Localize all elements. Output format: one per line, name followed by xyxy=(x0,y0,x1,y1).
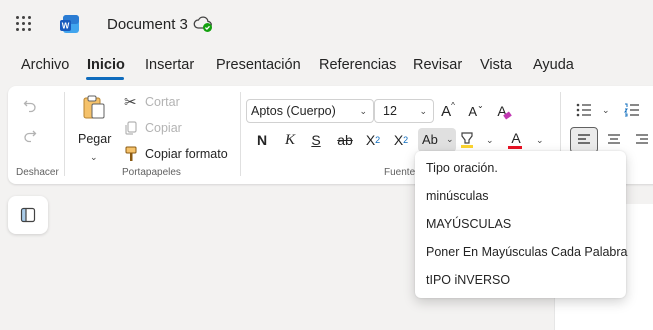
align-center-icon xyxy=(608,134,620,144)
numbering-button[interactable] xyxy=(622,100,642,120)
superscript-button[interactable]: X2 xyxy=(390,130,412,150)
numbered-list-icon xyxy=(624,103,639,117)
highlight-button[interactable] xyxy=(456,130,478,150)
shrink-font-button[interactable]: A ⌄ xyxy=(466,100,486,122)
navigation-pane-icon xyxy=(20,207,36,223)
menu-item-lowercase[interactable]: minúsculas xyxy=(415,185,626,213)
menu-item-capitalize-each-word[interactable]: Poner En Mayúsculas Cada Palabra xyxy=(415,241,628,269)
highlight-chevron-icon[interactable]: ⌄ xyxy=(486,135,494,146)
tab-presentacion[interactable]: Presentación xyxy=(216,57,301,73)
ribbon-divider xyxy=(240,92,241,176)
font-name-combo[interactable]: Aptos (Cuerpo) ⌄ xyxy=(246,99,374,123)
group-label-font: Fuente xyxy=(384,167,416,178)
format-painter-icon xyxy=(125,146,137,161)
paste-label: Pegar xyxy=(78,132,112,146)
align-right-icon xyxy=(636,134,648,144)
subscript-x: X xyxy=(365,132,376,148)
font-name-value: Aptos (Cuerpo) xyxy=(251,104,336,118)
undo-button[interactable] xyxy=(20,96,40,116)
scissors-icon: ✂ xyxy=(124,93,137,111)
chevron-down-icon: ⌄ xyxy=(359,106,367,116)
change-case-icon: Ab xyxy=(422,132,438,147)
clipboard-icon xyxy=(83,95,105,119)
tab-vista[interactable]: Vista xyxy=(480,57,512,73)
change-case-button[interactable]: Ab ⌄ xyxy=(418,128,456,152)
underline-button[interactable]: S xyxy=(306,130,326,150)
highlighter-icon xyxy=(461,132,473,148)
font-size-combo[interactable]: 12 ⌄ xyxy=(374,99,434,123)
title-bar: W Document 3 xyxy=(0,0,653,48)
align-left-icon xyxy=(578,134,590,144)
undo-icon xyxy=(23,100,36,113)
bullets-chevron-icon[interactable]: ⌄ xyxy=(602,105,610,116)
align-center-button[interactable] xyxy=(604,130,624,150)
ribbon-divider xyxy=(64,92,65,176)
clear-formatting-button[interactable]: A xyxy=(494,100,514,122)
superscript-x: X xyxy=(393,132,404,148)
align-right-button[interactable] xyxy=(632,130,652,150)
subscript-button[interactable]: X2 xyxy=(362,130,384,150)
font-color-button[interactable]: A xyxy=(506,130,526,152)
cut-button[interactable]: ✂ Cortar xyxy=(124,93,194,111)
bold-button[interactable]: N xyxy=(252,130,272,150)
word-logo-icon: W xyxy=(60,15,79,33)
redo-icon xyxy=(24,130,37,143)
font-color-icon: A xyxy=(511,130,521,146)
align-left-button[interactable] xyxy=(570,127,598,153)
copy-button[interactable]: Copiar xyxy=(124,119,194,137)
redo-button[interactable] xyxy=(20,126,40,146)
group-label-clipboard: Portapapeles xyxy=(122,167,181,178)
menu-item-uppercase[interactable]: MAYÚSCULAS xyxy=(415,213,626,241)
superscript-index: 2 xyxy=(403,135,409,145)
chevron-down-icon: ⌄ xyxy=(90,152,98,162)
navigation-pane-button[interactable] xyxy=(8,196,48,234)
change-case-menu: Tipo oración. minúsculas MAYÚSCULAS Pone… xyxy=(415,151,628,298)
svg-text:W: W xyxy=(62,22,70,31)
copy-icon xyxy=(125,121,137,135)
cloud-saved-icon[interactable] xyxy=(193,15,213,33)
up-arrow-icon: ^ xyxy=(451,100,455,110)
chevron-down-icon: ⌄ xyxy=(446,134,454,144)
strikethrough-button[interactable]: ab xyxy=(334,130,356,150)
menu-item-sentence-case[interactable]: Tipo oración. xyxy=(415,157,626,185)
tab-revisar[interactable]: Revisar xyxy=(413,57,462,73)
font-color-swatch xyxy=(508,146,522,149)
bullet-list-icon xyxy=(576,103,591,117)
chevron-down-icon: ⌄ xyxy=(419,106,427,116)
tab-ayuda[interactable]: Ayuda xyxy=(533,57,574,73)
font-size-value: 12 xyxy=(383,104,397,118)
active-tab-indicator xyxy=(86,77,124,80)
cut-label: Cortar xyxy=(145,95,180,109)
menu-item-toggle-case[interactable]: tIPO iNVERSO xyxy=(415,269,626,297)
tab-insertar[interactable]: Insertar xyxy=(145,57,194,73)
grow-font-button[interactable]: A ^ xyxy=(438,100,458,122)
down-arrow-icon: ⌄ xyxy=(476,100,484,110)
format-painter-label: Copiar formato xyxy=(145,147,228,161)
paste-button[interactable]: Pegar ⌄ xyxy=(74,92,114,164)
italic-button[interactable]: K xyxy=(280,130,300,150)
format-painter-button[interactable]: Copiar formato xyxy=(124,145,234,163)
shrink-font-icon: A xyxy=(468,103,477,119)
app-launcher-icon[interactable] xyxy=(16,16,32,32)
tab-referencias[interactable]: Referencias xyxy=(319,57,396,73)
grow-font-icon: A xyxy=(441,102,452,120)
tab-inicio[interactable]: Inicio xyxy=(87,57,125,73)
font-color-chevron-icon[interactable]: ⌄ xyxy=(536,135,544,146)
group-label-undo: Deshacer xyxy=(16,167,59,178)
copy-label: Copiar xyxy=(145,121,182,135)
tab-archivo[interactable]: Archivo xyxy=(21,57,69,73)
bullets-button[interactable] xyxy=(574,100,594,120)
document-title[interactable]: Document 3 xyxy=(107,16,188,33)
subscript-index: 2 xyxy=(375,135,381,145)
